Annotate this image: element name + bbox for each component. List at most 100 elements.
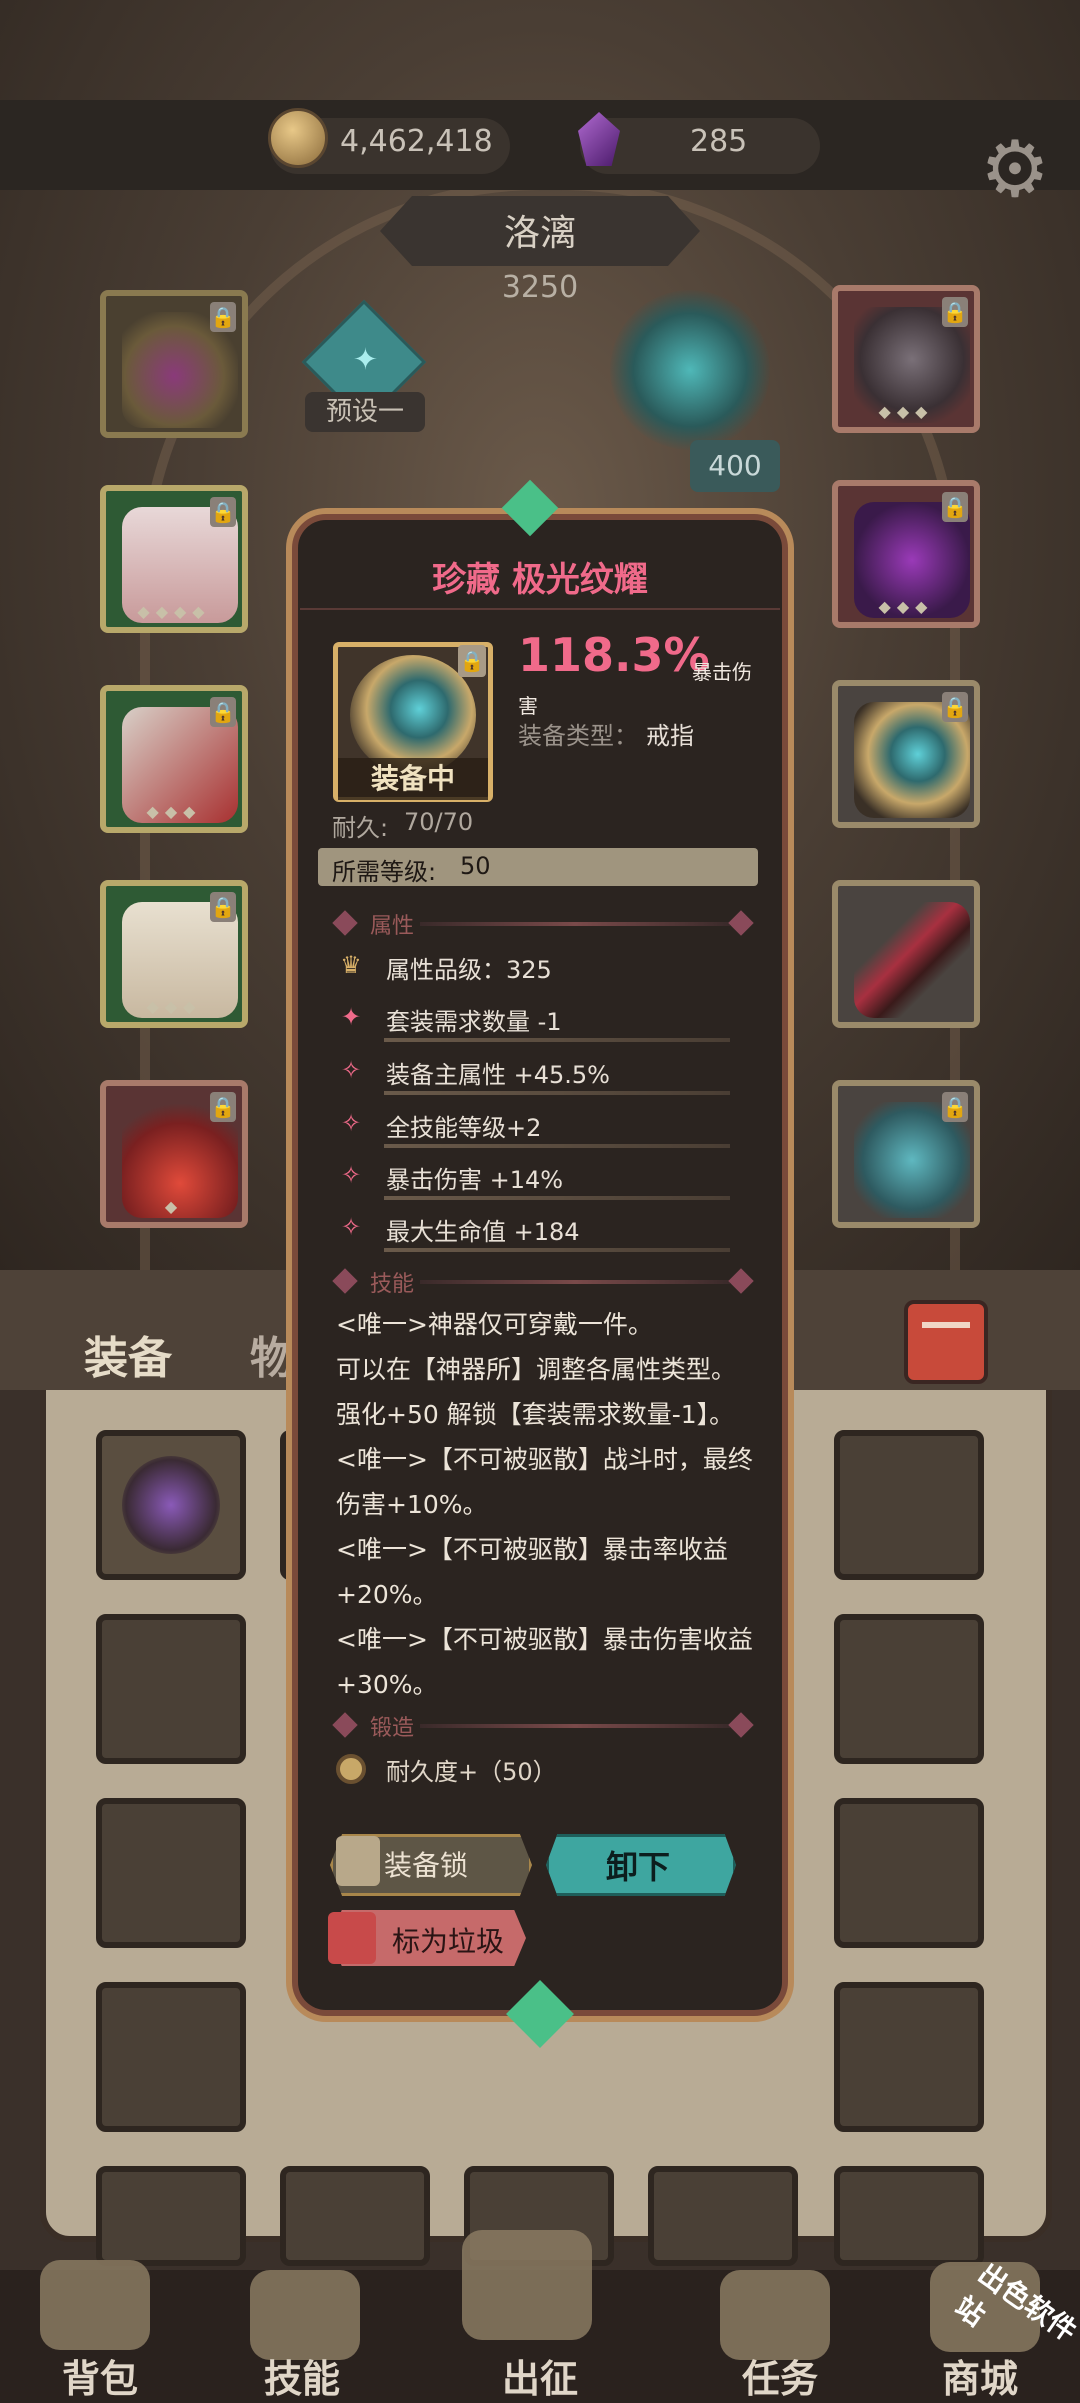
lock-icon: 🔒 bbox=[210, 697, 236, 727]
lock-icon: 🔒 bbox=[210, 892, 236, 922]
equip-slot-flame[interactable]: 🔒 ◆ bbox=[100, 1080, 248, 1228]
attr-underline bbox=[384, 1038, 730, 1042]
attr-underline bbox=[384, 1091, 730, 1095]
skill-line: <唯一>神器仅可穿戴一件。 bbox=[336, 1310, 653, 1339]
gem-amount: 285 bbox=[690, 124, 748, 159]
attr-row: 装备主属性 +45.5% bbox=[386, 1061, 610, 1089]
lock-icon: 🔒 bbox=[210, 302, 236, 332]
trash-bin-icon[interactable] bbox=[904, 1300, 988, 1384]
rank-diamonds: ◆◆◆ bbox=[878, 597, 934, 616]
bag-slot[interactable] bbox=[834, 1798, 984, 1948]
skill-line: 伤害+10%。 bbox=[336, 1490, 488, 1519]
star-icon: ✧ bbox=[340, 1109, 362, 1137]
rank-diamonds: ◆◆◆ bbox=[146, 997, 202, 1016]
bag-slot[interactable] bbox=[834, 1982, 984, 2132]
skill-section-line bbox=[420, 1280, 730, 1284]
bag-slot[interactable] bbox=[834, 1430, 984, 1580]
equip-slot-glove[interactable]: 🔒 ◆◆◆ bbox=[100, 685, 248, 833]
equip-slot-dress[interactable]: 🔒 ◆◆◆◆ bbox=[100, 485, 248, 633]
equip-slot-necklace[interactable]: 🔒 ◆◆◆ bbox=[832, 285, 980, 433]
durability-label: 耐久: bbox=[332, 814, 389, 842]
bag-slot[interactable] bbox=[280, 2166, 430, 2266]
quality-crown-icon: ♛ bbox=[340, 951, 362, 979]
skill-line: 强化+50 解锁【套装需求数量-1】。 bbox=[336, 1400, 735, 1429]
character-portrait bbox=[610, 290, 770, 450]
attr-section-title: 属性 bbox=[370, 914, 415, 939]
skill-line: +20%。 bbox=[336, 1580, 438, 1609]
currency-bar bbox=[0, 100, 1080, 190]
gold-amount: 4,462,418 bbox=[340, 124, 493, 159]
lock-icon: 🔒 bbox=[942, 492, 968, 522]
tasks-nav-icon[interactable] bbox=[720, 2270, 830, 2360]
skill-section-title: 技能 bbox=[370, 1272, 415, 1297]
required-level-value: 50 bbox=[460, 852, 491, 880]
attr-underline bbox=[384, 1144, 730, 1148]
tab-equip[interactable]: 装备 bbox=[84, 1322, 172, 1386]
durability-value: 70/70 bbox=[404, 808, 474, 836]
attr-section-line bbox=[420, 922, 730, 926]
bag-slot[interactable] bbox=[96, 1798, 246, 1948]
main-stat-name: 暴击伤 bbox=[692, 660, 752, 684]
rank-diamonds: ◆◆◆ bbox=[146, 802, 202, 821]
equip-type-value: 戒指 bbox=[646, 722, 694, 750]
expedition-nav-icon[interactable] bbox=[462, 2230, 592, 2340]
equip-type-label: 装备类型： bbox=[518, 722, 638, 750]
attr-row: 套装需求数量 -1 bbox=[386, 1008, 562, 1036]
tooltip-crown-ornament bbox=[300, 468, 780, 537]
lock-icon: 🔒 bbox=[942, 297, 968, 327]
equip-slot-hat[interactable]: 🔒 bbox=[100, 290, 248, 438]
attr-row: 全技能等级+2 bbox=[386, 1114, 542, 1142]
bag-slot[interactable] bbox=[96, 1982, 246, 2132]
rank-diamonds: ◆ bbox=[164, 1197, 184, 1216]
bag-slot[interactable] bbox=[96, 1430, 246, 1580]
attr-row: 暴击伤害 +14% bbox=[386, 1166, 564, 1194]
star-icon: ✧ bbox=[340, 1056, 362, 1084]
forge-section-title: 锻造 bbox=[370, 1716, 415, 1741]
equip-slot-dragon[interactable]: 🔒 bbox=[832, 1080, 980, 1228]
nav-skills[interactable]: 技能 bbox=[222, 2348, 382, 2403]
item-title: 珍藏 极光纹耀 bbox=[432, 560, 648, 600]
mark-trash-label[interactable]: 标为垃圾 bbox=[392, 1920, 504, 1960]
settings-gear-icon[interactable]: ⚙ bbox=[975, 130, 1055, 210]
title-divider bbox=[300, 608, 780, 610]
equip-slot-boots[interactable]: 🔒 ◆◆◆ bbox=[100, 880, 248, 1028]
nav-tasks[interactable]: 任务 bbox=[700, 2348, 860, 2403]
bag-slot[interactable] bbox=[96, 2166, 246, 2266]
nav-expedition[interactable]: 出征 bbox=[460, 2348, 620, 2403]
lock-icon: 🔒 bbox=[210, 1092, 236, 1122]
skill-line: <唯一>【不可被驱散】暴击率收益 bbox=[336, 1535, 728, 1564]
equip-slot-ring[interactable]: 🔒 bbox=[832, 680, 980, 828]
equipped-label: 装备中 bbox=[338, 758, 488, 800]
unequip-label[interactable]: 卸下 bbox=[546, 1842, 730, 1888]
helmet-icon bbox=[122, 1456, 220, 1554]
lock-icon: 🔒 bbox=[210, 497, 236, 527]
attr-row: 最大生命值 +184 bbox=[386, 1218, 580, 1246]
bag-slot[interactable] bbox=[834, 2166, 984, 2266]
preset-label[interactable]: 预设一 bbox=[305, 392, 425, 432]
forge-section-line bbox=[420, 1724, 730, 1728]
equip-lock-label[interactable]: 装备锁 bbox=[384, 1844, 468, 1884]
equip-slot-shield[interactable]: 🔒 ◆◆◆ bbox=[832, 480, 980, 628]
attr-underline bbox=[384, 1248, 730, 1252]
skill-line: <唯一>【不可被驱散】战斗时，最终 bbox=[336, 1445, 753, 1474]
star-icon: ✧ bbox=[340, 1213, 362, 1241]
bag-slot[interactable] bbox=[648, 2166, 798, 2266]
main-stat-name-wrap: 害 bbox=[518, 694, 538, 718]
gold-coin-icon bbox=[268, 108, 328, 168]
skill-line: +30%。 bbox=[336, 1670, 438, 1699]
lock-icon: 🔒 bbox=[942, 692, 968, 722]
skill-line: <唯一>【不可被驱散】暴击伤害收益 bbox=[336, 1625, 753, 1654]
weapon-icon bbox=[854, 902, 970, 1018]
equip-slot-weapon[interactable] bbox=[832, 880, 980, 1028]
forge-item: 耐久度+（50） bbox=[386, 1758, 557, 1786]
skills-nav-icon[interactable] bbox=[250, 2270, 360, 2360]
nav-bag[interactable]: 背包 bbox=[20, 2348, 180, 2403]
star-icon: ✧ bbox=[340, 1161, 362, 1189]
padlock-icon bbox=[336, 1836, 380, 1886]
bag-nav-icon[interactable] bbox=[40, 2260, 150, 2350]
bag-slot[interactable] bbox=[834, 1614, 984, 1764]
trash-tag-icon bbox=[328, 1912, 376, 1964]
attr-row: 属性品级：325 bbox=[386, 956, 552, 984]
bag-slot[interactable] bbox=[96, 1614, 246, 1764]
item-lock-icon[interactable]: 🔒 bbox=[458, 645, 486, 677]
